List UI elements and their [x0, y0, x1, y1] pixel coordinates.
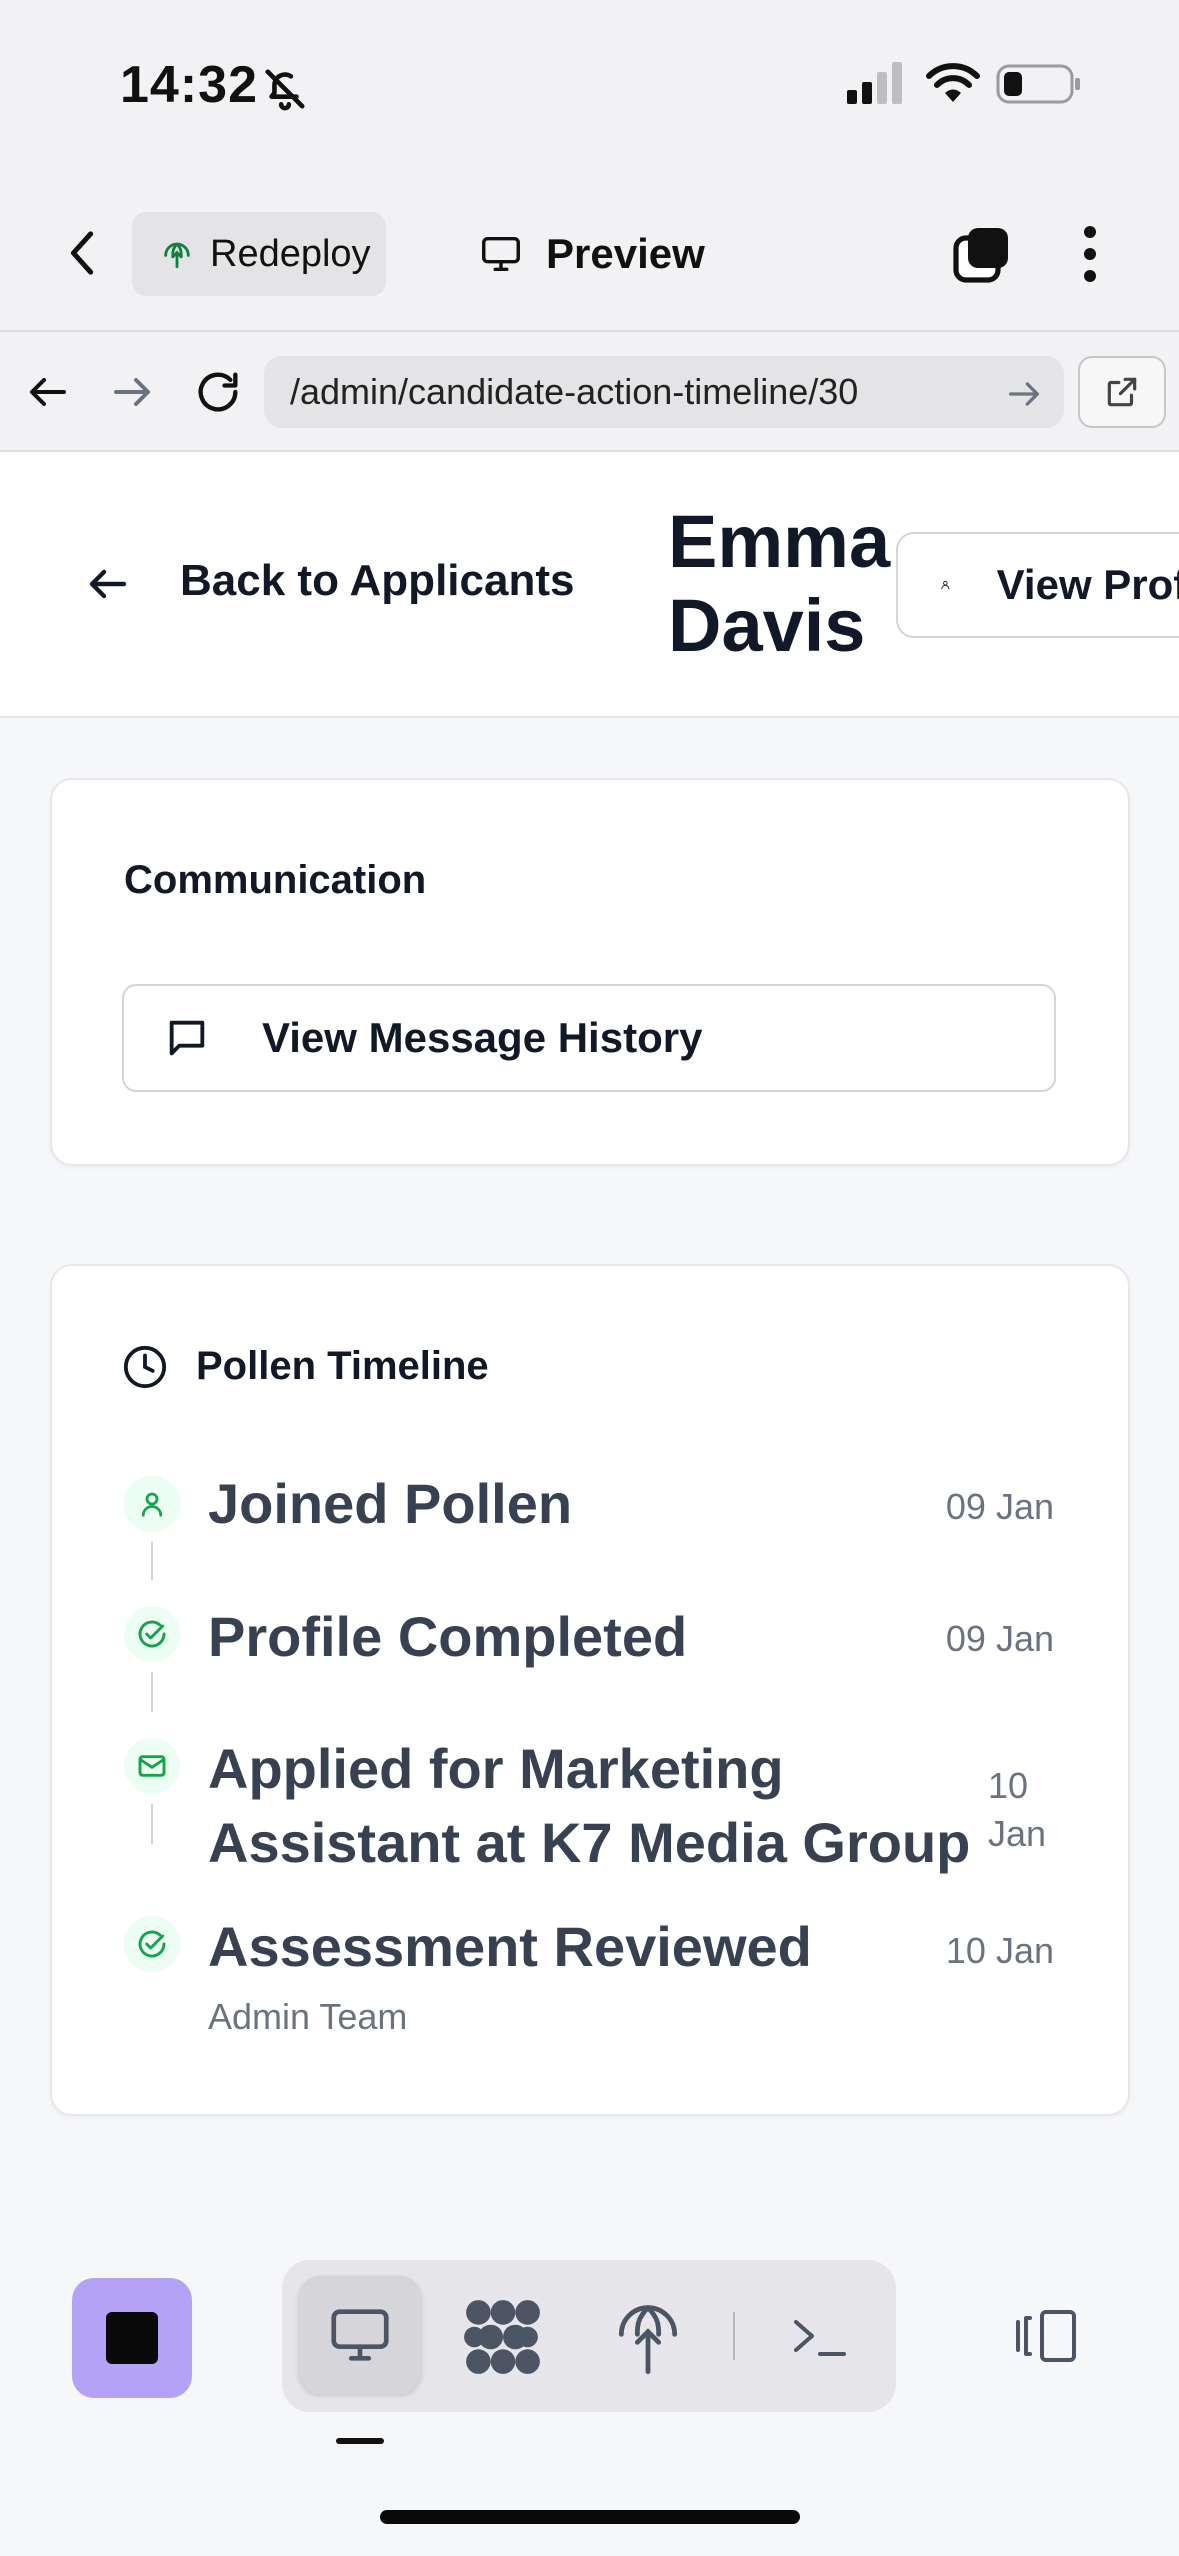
- user-icon: [124, 1476, 180, 1532]
- mail-icon: [124, 1738, 180, 1794]
- bell-slash-icon: [265, 69, 305, 111]
- timeline-card: [50, 1264, 1130, 2116]
- home-indicator: [380, 2510, 800, 2524]
- timeline-event-date: 09 Jan: [945, 1618, 1054, 1659]
- timeline-event-title: Assessment Reviewed: [208, 1915, 812, 1978]
- status-time: 14:32: [120, 56, 258, 114]
- tabs-icon[interactable]: [950, 222, 1014, 286]
- monitor-icon: [331, 2309, 389, 2361]
- reload-icon[interactable]: [192, 366, 244, 418]
- arrow-left-icon[interactable]: [84, 560, 132, 608]
- stop-button[interactable]: [72, 2278, 192, 2398]
- arrow-right-icon[interactable]: [108, 368, 156, 416]
- timeline-event-title: Profile Completed: [208, 1605, 688, 1668]
- back-to-applicants-link[interactable]: Back to Applicants: [180, 556, 574, 606]
- check-circle-icon: [124, 1606, 180, 1662]
- url-text: /admin/candidate-action-timeline/30: [290, 371, 859, 412]
- redeploy-button[interactable]: Redeploy: [132, 212, 386, 296]
- preview-label: Preview: [546, 230, 705, 277]
- timeline-event-date: 10 Jan: [945, 1930, 1054, 1971]
- terminal-icon[interactable]: [788, 2306, 848, 2366]
- preview-button[interactable]: Preview: [478, 222, 705, 286]
- bees-icon[interactable]: [462, 2296, 544, 2378]
- timeline-connector: [151, 1804, 153, 1844]
- timeline-event-date: 09 Jan: [945, 1486, 1054, 1527]
- back-chevron-icon[interactable]: [60, 225, 106, 281]
- arrow-left-icon[interactable]: [24, 368, 72, 416]
- timeline-event-title: Joined Pollen: [208, 1472, 573, 1535]
- check-circle-icon: [124, 1916, 180, 1972]
- deploy-icon[interactable]: [616, 2296, 680, 2378]
- timeline-connector: [151, 1542, 153, 1580]
- open-external-button[interactable]: [1078, 356, 1166, 428]
- arrow-right-small-icon[interactable]: [1004, 374, 1044, 414]
- communication-title: Communication: [124, 858, 427, 902]
- side-panel-icon[interactable]: [1010, 2306, 1082, 2366]
- redeploy-label: Redeploy: [210, 232, 371, 275]
- battery-icon: [996, 64, 1080, 104]
- timeline-title: Pollen Timeline: [196, 1344, 489, 1388]
- cellular-signal-icon: [847, 62, 902, 104]
- timeline-event-subtitle: Admin Team: [208, 1996, 408, 2037]
- candidate-name: Emma Davis: [668, 500, 891, 667]
- url-input[interactable]: /admin/candidate-action-timeline/30: [264, 356, 1064, 428]
- communication-card: [50, 778, 1130, 1166]
- active-indicator: [336, 2438, 384, 2444]
- user-icon: [941, 580, 950, 590]
- globe-deploy-icon: [164, 242, 190, 269]
- view-profile-label: View Profile: [996, 561, 1179, 608]
- external-link-icon: [1107, 377, 1137, 407]
- view-profile-button[interactable]: View Profile: [896, 532, 1179, 638]
- clock-icon: [123, 1345, 167, 1389]
- timeline-connector: [151, 1672, 153, 1712]
- view-message-history-button[interactable]: View Message History: [122, 984, 1056, 1092]
- more-vertical-icon[interactable]: [1070, 222, 1110, 286]
- divider: [733, 2312, 735, 2360]
- view-message-history-label: View Message History: [262, 1014, 703, 1061]
- timeline-event-title: Applied for Marketing Assistant at K7 Me…: [208, 1737, 971, 1874]
- monitor-icon: [482, 236, 520, 272]
- timeline-event-date: 10 Jan: [988, 1765, 1047, 1854]
- message-square-icon: [169, 1020, 205, 1056]
- monitor-tool-button[interactable]: [298, 2276, 422, 2394]
- wifi-icon: [926, 63, 980, 102]
- stop-icon: [106, 2312, 158, 2364]
